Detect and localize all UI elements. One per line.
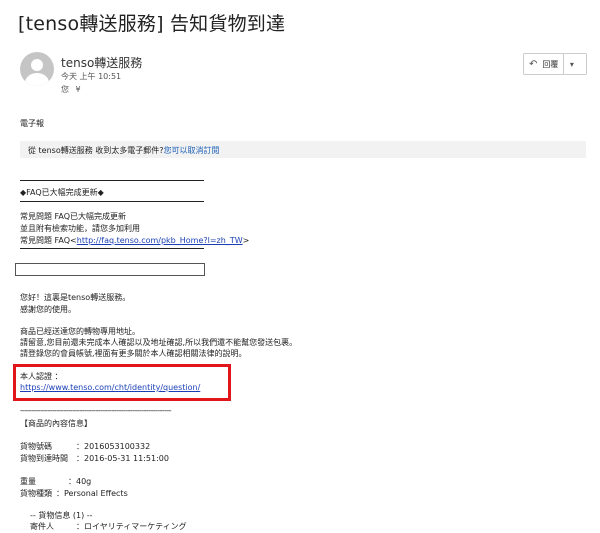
unsubscribe-link[interactable]: 您可以取消訂閱	[164, 146, 220, 155]
reply-button-group: ↶ 回覆 ▾	[523, 53, 587, 75]
reply-button[interactable]: ↶ 回覆	[524, 54, 565, 74]
sender-label: 寄件人	[30, 522, 54, 531]
recipient-name: 您	[61, 85, 69, 94]
arrival-time-value: ：2016-05-31 11:51:00	[76, 454, 169, 463]
reply-arrow-icon: ↶	[529, 58, 538, 70]
sender-name[interactable]: tenso轉送服務	[61, 54, 142, 71]
divider-line	[20, 201, 204, 202]
avatar-body	[25, 73, 49, 86]
expand-details-icon[interactable]: ¥	[76, 85, 81, 94]
greeting-line: 感謝您的使用。	[20, 305, 76, 314]
verify-label: 本人認證 ：	[20, 372, 63, 381]
notice-line: 請登錄您的會員帳號,裡面有更多關於本人確認相關法律的說明。	[20, 349, 247, 358]
weight-value: ：40g	[68, 477, 92, 486]
category-value: ：Personal Effects	[56, 489, 128, 498]
reply-button-label: 回覆	[542, 59, 559, 69]
cargo-number-value: ：2016053100332	[76, 442, 151, 451]
divider-text: ----------------------------------------…	[20, 406, 172, 415]
banner-message: 從 tenso轉送服務 收到太多電子郵件?	[28, 146, 164, 155]
notice-line: 商品已經送達您的轉物專用地址。	[20, 327, 140, 336]
faq-line-suffix: >	[242, 236, 250, 245]
identity-verification-link[interactable]: https://www.tenso.com/cht/identity/quest…	[20, 383, 200, 392]
faq-link[interactable]: http://faq.tenso.com/pkb_Home?l=zh_TW	[77, 236, 243, 245]
email-date: 今天 上午 10:51	[61, 72, 122, 81]
faq-line: 並且附有檢索功能，請您多加利用	[20, 224, 140, 233]
more-actions-button[interactable]: ▾	[564, 60, 579, 69]
faq-line: 常見問題 FAQ已大幅完成更新	[20, 212, 127, 221]
notice-line: 請留意,您目前還未完成本人確認以及地址確認,所以我們還不能幫您發送包裹。	[20, 338, 298, 347]
arrival-time-label: 貨物到達時間	[20, 454, 68, 463]
greeting-line: 您好！這裏是tenso轉送服務。	[20, 293, 131, 302]
item-info-title: 【商品的內容信息】	[20, 419, 92, 428]
unsubscribe-banner-text: 從 tenso轉送服務 收到太多電子郵件?您可以取消訂閱	[28, 145, 220, 156]
cargo-info-heading: -- 貨物信息 (1) --	[30, 511, 93, 520]
recipient-line[interactable]: 您 ¥	[61, 84, 81, 95]
faq-heading: ◆FAQ已大幅完成更新◆	[20, 188, 104, 197]
label-line: 電子報	[20, 119, 44, 128]
faq-line: 常見問題 FAQ<http://faq.tenso.com/pkb_Home?l…	[20, 235, 249, 246]
chevron-down-icon: ▾	[569, 59, 574, 69]
divider-line	[20, 248, 204, 249]
divider-line	[20, 180, 204, 181]
cargo-number-label: 貨物號碼	[20, 442, 52, 451]
sender-avatar	[20, 52, 54, 86]
verify-link-line: https://www.tenso.com/cht/identity/quest…	[20, 383, 200, 392]
weight-label: 重量	[20, 477, 36, 486]
email-subject: [tenso轉送服務] 告知貨物到達	[18, 13, 286, 35]
sender-value: ：ロイヤリティマーケティング	[76, 522, 187, 531]
empty-box	[15, 263, 205, 276]
faq-line-prefix: 常見問題 FAQ<	[20, 236, 77, 245]
avatar-head	[31, 59, 43, 71]
category-label: 貨物種類	[20, 489, 52, 498]
